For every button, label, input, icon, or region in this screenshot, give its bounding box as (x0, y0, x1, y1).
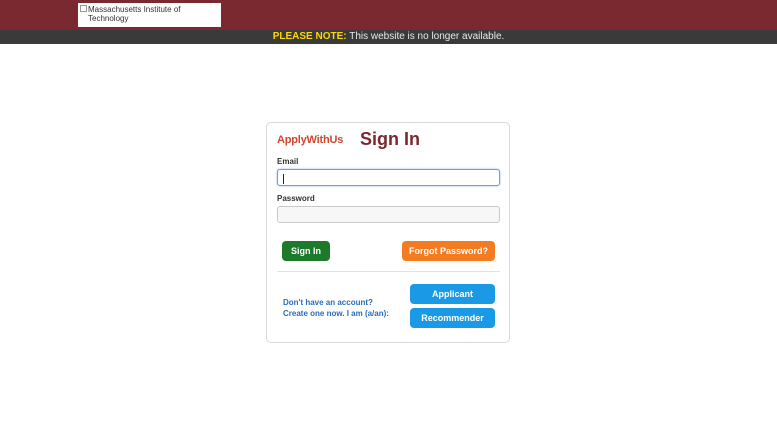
notice-message: This website is no longer available. (346, 31, 505, 42)
forgot-password-button[interactable]: Forgot Password? (402, 241, 495, 261)
create-line-1: Don't have an account? (283, 298, 373, 307)
logo-alt-text: Massachusetts Institute of Technology (88, 5, 181, 23)
password-label: Password (277, 194, 315, 203)
top-header-bar: Massachusetts Institute of Technology (0, 0, 777, 30)
page-title: Sign In (360, 129, 420, 149)
recommender-button[interactable]: Recommender (410, 308, 495, 328)
mit-logo-image[interactable]: Massachusetts Institute of Technology (78, 3, 221, 27)
password-field[interactable] (277, 206, 500, 223)
divider (277, 271, 500, 272)
applicant-button[interactable]: Applicant (410, 284, 495, 304)
sign-in-card: ApplyWithUs Sign In Email Password Sign … (266, 122, 510, 343)
create-account-text: Don't have an account? Create one now. I… (283, 297, 389, 319)
email-field[interactable] (277, 169, 500, 186)
create-line-2: Create one now. I am (a/an): (283, 309, 389, 318)
notice-banner: PLEASE NOTE: This website is no longer a… (0, 30, 777, 44)
sign-in-button[interactable]: Sign In (282, 241, 330, 261)
text-caret (283, 174, 284, 184)
notice-highlight: PLEASE NOTE: (272, 31, 347, 42)
broken-image-icon (80, 5, 87, 12)
apply-with-us-logo: ApplyWithUs (277, 134, 344, 146)
email-label: Email (277, 157, 299, 166)
